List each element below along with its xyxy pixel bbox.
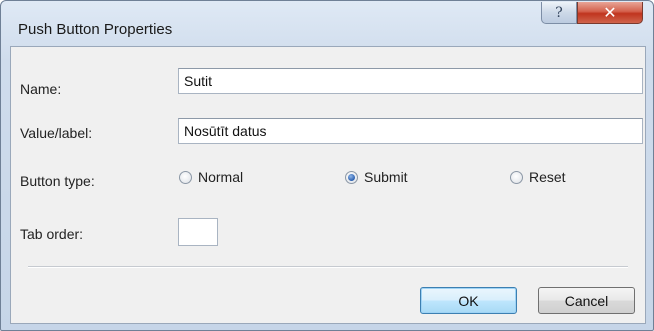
radio-reset[interactable]: Reset bbox=[510, 169, 566, 185]
radio-selected-dot-icon bbox=[348, 173, 355, 181]
radio-normal[interactable]: Normal bbox=[179, 169, 243, 185]
dialog-title: Push Button Properties bbox=[18, 21, 173, 38]
radio-submit[interactable]: Submit bbox=[345, 169, 408, 185]
tab-order-label: Tab order: bbox=[20, 226, 84, 242]
value-label-field-value: Nosūtīt datus bbox=[184, 123, 267, 139]
radio-submit-icon[interactable] bbox=[345, 170, 358, 184]
name-field[interactable]: Sutit bbox=[178, 68, 643, 94]
ok-button[interactable]: OK bbox=[420, 287, 517, 314]
ok-button-label: OK bbox=[458, 292, 479, 309]
tab-order-field[interactable] bbox=[178, 218, 218, 246]
radio-normal-icon[interactable] bbox=[179, 170, 192, 184]
title-bar[interactable]: Push Button Properties ? ✕ bbox=[1, 1, 653, 38]
dialog-content: Name: Sutit Value/label: Nosūtīt datus B… bbox=[10, 46, 646, 324]
name-field-value: Sutit bbox=[184, 73, 213, 89]
close-button[interactable]: ✕ bbox=[577, 2, 643, 24]
push-button-properties-dialog: Push Button Properties ? ✕ Name: Sutit V… bbox=[0, 0, 654, 331]
radio-normal-label: Normal bbox=[198, 169, 244, 185]
cancel-button[interactable]: Cancel bbox=[538, 287, 635, 314]
value-label-field[interactable]: Nosūtīt datus bbox=[178, 118, 643, 144]
radio-submit-label: Submit bbox=[364, 169, 408, 185]
help-button[interactable]: ? bbox=[541, 2, 577, 24]
separator bbox=[28, 266, 628, 268]
value-label-label: Value/label: bbox=[20, 125, 93, 141]
help-icon: ? bbox=[555, 4, 563, 21]
radio-reset-label: Reset bbox=[529, 169, 566, 185]
radio-reset-icon[interactable] bbox=[510, 170, 523, 184]
button-type-label: Button type: bbox=[20, 173, 95, 189]
cancel-button-label: Cancel bbox=[564, 292, 609, 309]
name-label: Name: bbox=[20, 81, 62, 97]
close-icon: ✕ bbox=[603, 4, 617, 22]
